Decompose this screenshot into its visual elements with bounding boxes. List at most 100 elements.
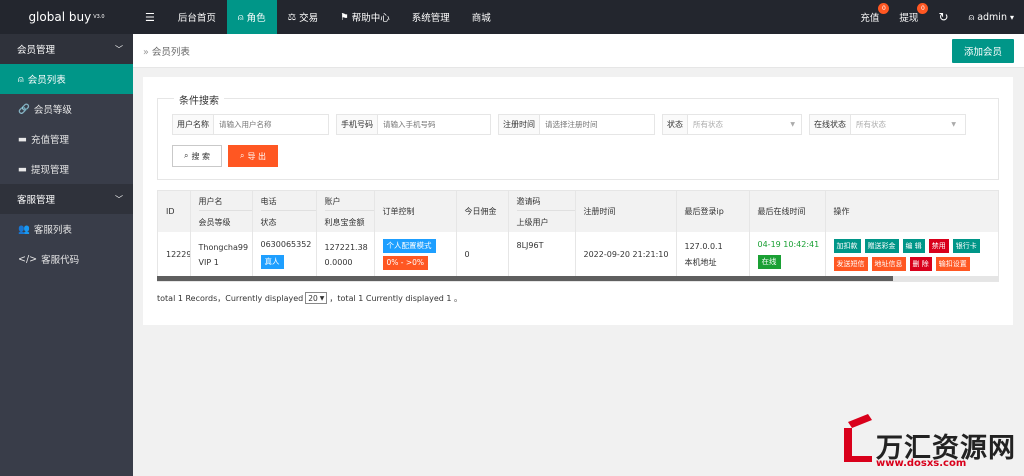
edit-button[interactable]: 编 辑 (902, 238, 925, 253)
col-operations: 操作 (825, 191, 998, 232)
status-select[interactable]: 所有状态 ▼ (688, 115, 800, 134)
col-phone: 电话 状态 (252, 191, 317, 232)
version-label: V3.0 (93, 14, 105, 20)
chevron-down-icon: ﹀ (115, 194, 123, 204)
add-member-button[interactable]: 添加会员 (952, 39, 1014, 63)
regtime-input[interactable] (540, 115, 650, 134)
pagination: total 1 Records，Currently displayed 20 ▼… (157, 292, 463, 304)
search-fields: 用户名称 手机号码 注册时间 状态 所有状态 ▼ 在线状态 (172, 114, 966, 135)
logo-text: global buy (28, 10, 92, 24)
online-badge: 在线 (757, 255, 781, 269)
flag-icon: ⚑ (340, 11, 349, 23)
nav-role[interactable]: ⍝ 角色 (226, 0, 277, 34)
adjust-balance-button[interactable]: 加扣款 (833, 238, 861, 253)
card-icon: ▬ (18, 133, 27, 145)
recharge-badge: 0 (878, 3, 890, 14)
search-icon: ⌕ (183, 151, 189, 160)
status-badge: 真人 (260, 255, 284, 269)
top-nav: ☰ 后台首页 ⍝ 角色 ⚖ 交易 ⚑ 帮助中心 系统管理 商城 (133, 0, 502, 34)
nav-system[interactable]: 系统管理 (401, 0, 461, 34)
cell-operations: 加扣款 赠送彩金 编 辑 禁用 银行卡 发送短信 地址信息 删 除 输扣设置 (825, 232, 998, 277)
user-icon: ⍝ (237, 11, 244, 23)
refresh-icon[interactable]: ↻ (928, 0, 958, 34)
search-button[interactable]: ⌕ 搜 索 (172, 145, 222, 167)
user-menu[interactable]: ⍝ admin ▾ (959, 0, 1024, 34)
search-icon: ⌕ (239, 151, 245, 160)
breadcrumb-separator-icon: » (143, 46, 149, 58)
app-logo[interactable]: global buy V3.0 (0, 0, 133, 34)
table-scrollbar[interactable] (157, 276, 999, 281)
users-icon: 👥 (18, 223, 30, 235)
table-row: 12229 Thongcha99 VIP 1 0630065352 真人 12722… (158, 232, 998, 277)
bank-card-button[interactable]: 银行卡 (952, 238, 980, 253)
withdraw-link[interactable]: 提现 0 (889, 0, 929, 34)
caret-down-icon: ▼ (790, 121, 795, 128)
withdraw-badge: 0 (917, 3, 929, 14)
menu-toggle-icon[interactable]: ☰ (133, 0, 167, 34)
user-icon: ⍝ (18, 73, 24, 85)
gift-bonus-button[interactable]: 赠送彩金 (864, 238, 899, 253)
phone-input[interactable] (378, 115, 486, 134)
nav-home[interactable]: 后台首页 (167, 0, 227, 34)
col-regtime: 注册时间 (575, 191, 677, 232)
watermark: 万汇资源网 www.dosxs.com (838, 408, 1018, 472)
col-username: 用户名 会员等级 (190, 191, 253, 232)
username-filter: 用户名称 (172, 114, 329, 135)
disable-button[interactable]: 禁用 (928, 238, 949, 253)
col-id: ID (158, 191, 191, 232)
member-table: ID 用户名 会员等级 电话 状态 账户 利息宝金额 订单控制 今日佣金 邀请码 上级用… (157, 190, 999, 282)
sidebar-item-withdraw[interactable]: ▬ 提现管理 (0, 154, 133, 184)
search-buttons: ⌕ 搜 索 ⌕ 导 出 (172, 145, 278, 167)
sidebar-item-member-list[interactable]: ⍝ 会员列表 (0, 64, 133, 94)
address-info-button[interactable]: 地址信息 (871, 256, 906, 271)
code-icon: </> (18, 253, 38, 265)
sidebar-group-members[interactable]: 会员管理 ﹀ (0, 34, 133, 64)
scrollbar-thumb[interactable] (157, 276, 893, 281)
delete-button[interactable]: 删 除 (909, 256, 932, 271)
per-page-select[interactable]: 20 ▼ (305, 292, 328, 304)
order-ratio-badge[interactable]: 0% - >0% (382, 256, 429, 270)
online-select[interactable]: 所有状态 ▼ (851, 115, 961, 134)
chevron-down-icon: ﹀ (115, 44, 123, 54)
col-last-online: 最后在线时间 (749, 191, 826, 232)
sidebar-item-service-code[interactable]: </> 客服代码 (0, 244, 133, 274)
cell-last-ip: 127.0.0.1 本机地址 (676, 232, 750, 277)
order-mode-badge[interactable]: 个人配置模式 (382, 239, 436, 253)
search-panel: 条件搜索 用户名称 手机号码 注册时间 状态 所有状态 ▼ (157, 92, 999, 180)
recharge-link[interactable]: 充值 0 (850, 0, 890, 34)
phone-filter: 手机号码 (336, 114, 491, 135)
nav-help[interactable]: ⚑ 帮助中心 (329, 0, 401, 34)
sidebar-item-member-level[interactable]: 🔗 会员等级 (0, 94, 133, 124)
breadcrumb: » 会员列表 (143, 46, 190, 58)
cell-phone: 0630065352 真人 (252, 232, 317, 277)
chevron-down-icon: ▾ (1009, 12, 1014, 22)
sidebar-item-recharge[interactable]: ▬ 充值管理 (0, 124, 133, 154)
watermark-url: www.dosxs.com (876, 458, 967, 469)
card-icon: ▬ (18, 163, 27, 175)
nav-mall[interactable]: 商城 (461, 0, 502, 34)
table-header-row: ID 用户名 会员等级 电话 状态 账户 利息宝金额 订单控制 今日佣金 邀请码 上级用… (158, 191, 998, 232)
link-icon: 🔗 (18, 103, 30, 115)
user-icon: ⍝ (968, 11, 975, 23)
cell-regtime: 2022-09-20 21:21:10 (575, 232, 677, 277)
deduct-settings-button[interactable]: 输扣设置 (935, 256, 970, 271)
caret-down-icon: ▼ (319, 294, 325, 302)
col-account: 账户 利息宝金额 (316, 191, 375, 232)
cell-id: 12229 (158, 232, 191, 277)
cell-today-commission: 0 (456, 232, 509, 277)
search-legend: 条件搜索 (174, 92, 224, 107)
nav-trade[interactable]: ⚖ 交易 (277, 0, 330, 34)
col-last-ip: 最后登录ip (676, 191, 750, 232)
header-right: 充值 0 提现 0 ↻ ⍝ admin ▾ (850, 0, 1024, 34)
cell-last-online: 04-19 10:42:41 在线 (749, 232, 826, 277)
col-order-control: 订单控制 (374, 191, 457, 232)
status-filter: 状态 所有状态 ▼ (662, 114, 802, 135)
username-input[interactable] (214, 115, 324, 134)
sidebar-item-service-list[interactable]: 👥 客服列表 (0, 214, 133, 244)
send-sms-button[interactable]: 发送短信 (833, 256, 868, 271)
top-header: global buy V3.0 ☰ 后台首页 ⍝ 角色 ⚖ 交易 ⚑ 帮助中心 系统管理… (0, 0, 1024, 34)
export-button[interactable]: ⌕ 导 出 (228, 145, 278, 167)
col-invite: 邀请码 上级用户 (508, 191, 576, 232)
col-today-commission: 今日佣金 (456, 191, 509, 232)
sidebar-group-service[interactable]: 客服管理 ﹀ (0, 184, 133, 214)
